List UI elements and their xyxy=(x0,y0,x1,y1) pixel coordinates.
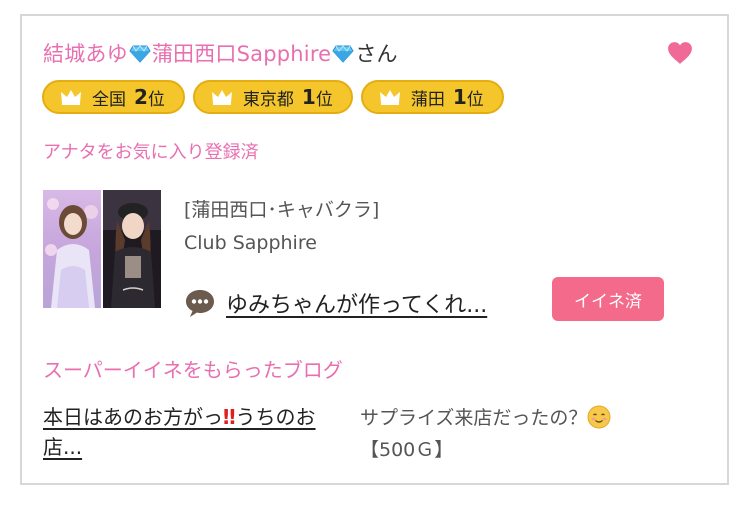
cast-name-suffix: さん xyxy=(355,42,398,66)
crown-icon xyxy=(211,90,232,105)
ranking-number: 2 xyxy=(134,85,148,109)
ranking-badge-tokyo[interactable]: 東京都 1 位 xyxy=(192,80,353,114)
ranking-badges: 全国 2 位 東京都 1 位 蒲田 1 位 xyxy=(42,80,504,114)
favorite-status: アナタをお気に入り登録済 xyxy=(43,142,259,163)
cast-name-part1: 結城あゆ xyxy=(43,42,128,66)
super-like-desc-text: サプライズ来店だったの？ xyxy=(360,407,588,429)
crown-icon xyxy=(379,90,400,105)
super-like-title-part1: 本日はあのお方がっ xyxy=(43,405,223,429)
diamond-icon xyxy=(129,45,151,63)
cast-photo[interactable] xyxy=(43,190,101,308)
shop-area-category: [蒲田西口･キャバクラ] xyxy=(184,199,380,221)
cast-name[interactable]: 結城あゆ 蒲田西口Sapphire さん xyxy=(43,38,398,68)
ranking-number: 1 xyxy=(301,85,316,109)
blog-title-link[interactable]: ゆみちゃんが作ってくれ... xyxy=(226,287,487,319)
cast-photo[interactable] xyxy=(103,190,161,308)
ranking-area: 全国 xyxy=(92,89,126,110)
speech-bubble-icon xyxy=(186,290,214,317)
smiling-face-icon xyxy=(587,405,611,429)
ranking-badge-kamata[interactable]: 蒲田 1 位 xyxy=(360,80,504,114)
ranking-badge-national[interactable]: 全国 2 位 xyxy=(42,80,185,114)
crown-icon xyxy=(61,90,81,105)
ranking-number: 1 xyxy=(452,85,467,109)
super-like-section-title: スーパーイイネをもらったブログ xyxy=(43,358,343,382)
shop-name[interactable]: Club Sapphire xyxy=(184,232,317,254)
cast-card: 結城あゆ 蒲田西口Sapphire さん 全国 2 位 東京都 1 位 蒲田 1 位… xyxy=(20,14,729,485)
ranking-area: 蒲田 xyxy=(410,89,445,110)
double-exclamation-icon: ‼ xyxy=(223,405,236,429)
diamond-icon xyxy=(332,45,354,63)
super-like-points: 【500Ｇ】 xyxy=(360,439,454,461)
blog-row: ゆみちゃんが作ってくれ... xyxy=(184,287,487,319)
ranking-unit: 位 xyxy=(466,89,484,110)
ranking-unit: 位 xyxy=(315,89,333,110)
ranking-area: 東京都 xyxy=(242,89,294,110)
liked-button[interactable]: イイネ済 xyxy=(552,277,664,321)
cast-photos[interactable] xyxy=(43,190,161,308)
ranking-unit: 位 xyxy=(147,89,165,110)
cast-name-part2: 蒲田西口Sapphire xyxy=(151,42,332,66)
super-like-blog-link[interactable]: 本日はあのお方がっ‼うちのお店... xyxy=(43,402,343,462)
super-like-description: サプライズ来店だったの？ 【500Ｇ】 xyxy=(360,402,690,466)
heart-icon[interactable] xyxy=(667,40,693,66)
